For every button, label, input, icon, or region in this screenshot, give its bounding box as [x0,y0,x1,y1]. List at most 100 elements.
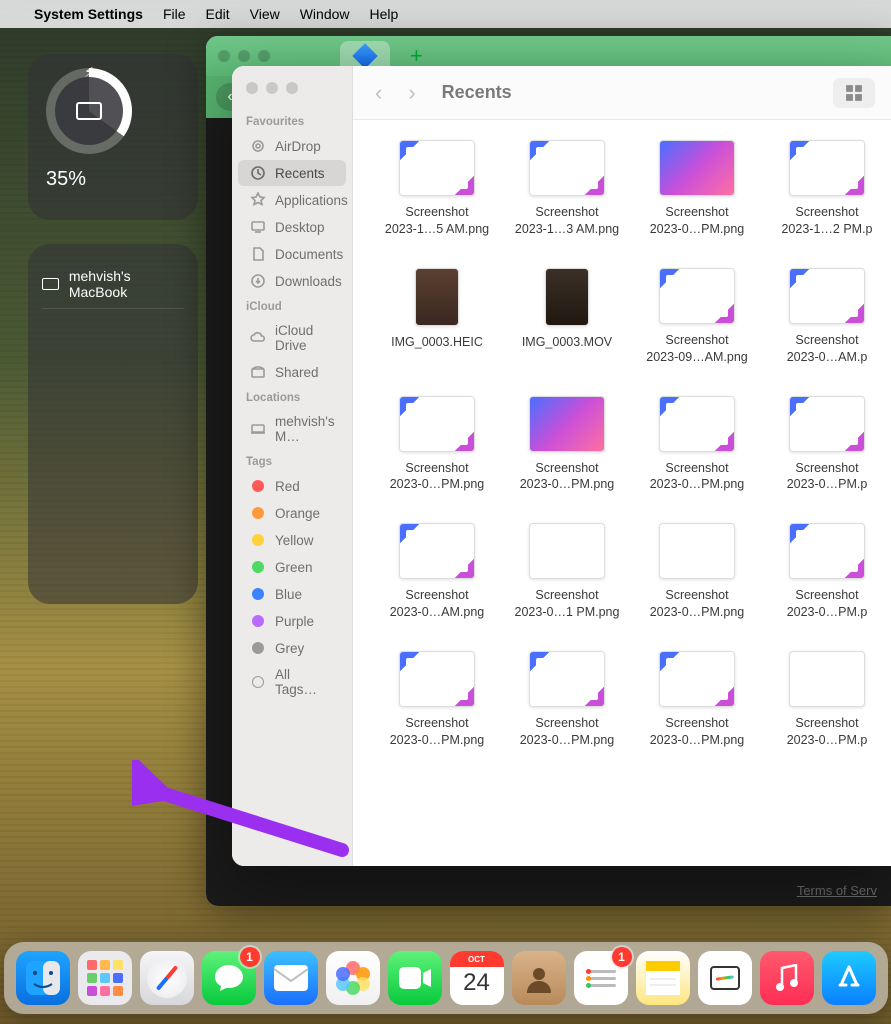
dock-messages[interactable]: 1 [202,951,256,1005]
forward-button[interactable]: › [402,80,421,106]
dock-calendar[interactable]: OCT24 [450,951,504,1005]
sidebar-item-all-tags[interactable]: All Tags… [238,662,346,702]
sidebar-item-shared[interactable]: Shared [238,359,346,385]
file-item[interactable]: Screenshot2023-0…PM.png [503,396,631,494]
file-label: Screenshot2023-0…1 PM.png [507,587,627,621]
dock-notes[interactable] [636,951,690,1005]
sidebar-item-recents[interactable]: Recents [238,160,346,186]
file-item[interactable]: Screenshot2023-0…PM.png [633,523,761,621]
file-item[interactable]: Screenshot2023-0…PM.png [633,140,761,238]
sidebar-tag-green[interactable]: Green [238,554,346,580]
dock-launchpad[interactable] [78,951,132,1005]
tag-dot-icon [250,640,266,656]
file-item[interactable]: Screenshot2023-0…PM.png [373,651,501,749]
dock-music[interactable] [760,951,814,1005]
dock-reminders[interactable]: 1 [574,951,628,1005]
sidebar-item-desktop[interactable]: Desktop [238,214,346,240]
device-row[interactable]: mehvish's MacBook [42,260,184,309]
menu-edit[interactable]: Edit [206,6,230,22]
dock-safari[interactable] [140,951,194,1005]
dock-finder[interactable] [16,951,70,1005]
back-button[interactable]: ‹ [369,80,388,106]
sidebar-item-documents[interactable]: Documents [238,241,346,267]
laptop-icon [42,278,59,290]
file-thumbnail [415,268,459,326]
file-item[interactable]: Screenshot2023-1…2 PM.p [763,140,891,238]
zoom-icon[interactable] [286,82,298,94]
dock-contacts[interactable] [512,951,566,1005]
file-thumbnail [789,140,865,196]
terms-link[interactable]: Terms of Serv [797,883,877,898]
menu-window[interactable]: Window [300,6,350,22]
laptop-icon [250,421,266,437]
file-item[interactable]: Screenshot2023-0…PM.png [633,396,761,494]
sidebar-tag-purple[interactable]: Purple [238,608,346,634]
finder-window[interactable]: Favourites AirDrop Recents Applications … [232,66,891,866]
view-toggle-button[interactable] [833,78,875,108]
finder-title: Recents [442,82,512,103]
tag-dot-icon [250,532,266,548]
battery-widget[interactable]: ⚡︎ 35% [28,54,198,220]
menu-bar: System Settings File Edit View Window He… [0,0,891,28]
tag-dot-icon [250,559,266,575]
sidebar-item-computer[interactable]: mehvish's M… [238,409,346,449]
window-controls[interactable] [218,50,270,62]
file-label: IMG_0003.MOV [507,334,627,351]
window-controls[interactable] [232,78,352,110]
sidebar-tag-blue[interactable]: Blue [238,581,346,607]
dock-mail[interactable] [264,951,318,1005]
file-item[interactable]: Screenshot2023-09…AM.png [633,268,761,366]
file-item[interactable]: Screenshot2023-0…PM.p [763,651,891,749]
menu-file[interactable]: File [163,6,186,22]
menu-help[interactable]: Help [370,6,399,22]
file-label: IMG_0003.HEIC [377,334,497,351]
file-label: Screenshot2023-0…PM.png [637,587,757,621]
sidebar-tag-yellow[interactable]: Yellow [238,527,346,553]
minimize-icon[interactable] [266,82,278,94]
dock-freeform[interactable] [698,951,752,1005]
file-label: Screenshot2023-0…PM.png [637,460,757,494]
dock-appstore[interactable] [822,951,876,1005]
sidebar-section-tags: Tags [232,450,352,472]
cloud-icon [250,330,266,346]
file-item[interactable]: Screenshot2023-0…AM.p [763,268,891,366]
file-thumbnail [789,268,865,324]
file-label: Screenshot2023-0…PM.png [507,460,627,494]
file-thumbnail [789,396,865,452]
tag-dot-icon [250,505,266,521]
sidebar-item-icloud-drive[interactable]: iCloud Drive [238,318,346,358]
file-label: Screenshot2023-0…AM.png [377,587,497,621]
dock-facetime[interactable] [388,951,442,1005]
file-item[interactable]: Screenshot2023-0…PM.png [633,651,761,749]
file-item[interactable]: IMG_0003.HEIC [373,268,501,366]
file-item[interactable]: IMG_0003.MOV [503,268,631,366]
finder-content[interactable]: Screenshot2023-1…5 AM.pngScreenshot2023-… [353,120,891,866]
devices-widget[interactable]: mehvish's MacBook [28,244,198,604]
sidebar-tag-orange[interactable]: Orange [238,500,346,526]
file-item[interactable]: Screenshot2023-0…PM.p [763,523,891,621]
file-item[interactable]: Screenshot2023-1…3 AM.png [503,140,631,238]
file-item[interactable]: Screenshot2023-0…PM.png [503,651,631,749]
file-label: Screenshot2023-0…PM.p [767,715,887,749]
dock-photos[interactable] [326,951,380,1005]
file-thumbnail [399,651,475,707]
sidebar-item-label: Desktop [275,220,325,235]
sidebar-item-airdrop[interactable]: AirDrop [238,133,346,159]
file-item[interactable]: Screenshot2023-0…1 PM.png [503,523,631,621]
badge: 1 [612,947,632,967]
sidebar-item-label: AirDrop [275,139,321,154]
file-item[interactable]: Screenshot2023-0…PM.p [763,396,891,494]
charging-icon: ⚡︎ [84,64,94,81]
menu-view[interactable]: View [250,6,280,22]
sidebar-item-applications[interactable]: Applications [238,187,346,213]
file-label: Screenshot2023-0…PM.png [507,715,627,749]
file-item[interactable]: Screenshot2023-0…PM.png [373,396,501,494]
close-icon[interactable] [246,82,258,94]
file-item[interactable]: Screenshot2023-0…AM.png [373,523,501,621]
sidebar-tag-grey[interactable]: Grey [238,635,346,661]
app-menu[interactable]: System Settings [34,6,143,22]
sidebar-tag-red[interactable]: Red [238,473,346,499]
finder-toolbar: ‹ › Recents [353,66,891,120]
sidebar-item-downloads[interactable]: Downloads [238,268,346,294]
file-item[interactable]: Screenshot2023-1…5 AM.png [373,140,501,238]
